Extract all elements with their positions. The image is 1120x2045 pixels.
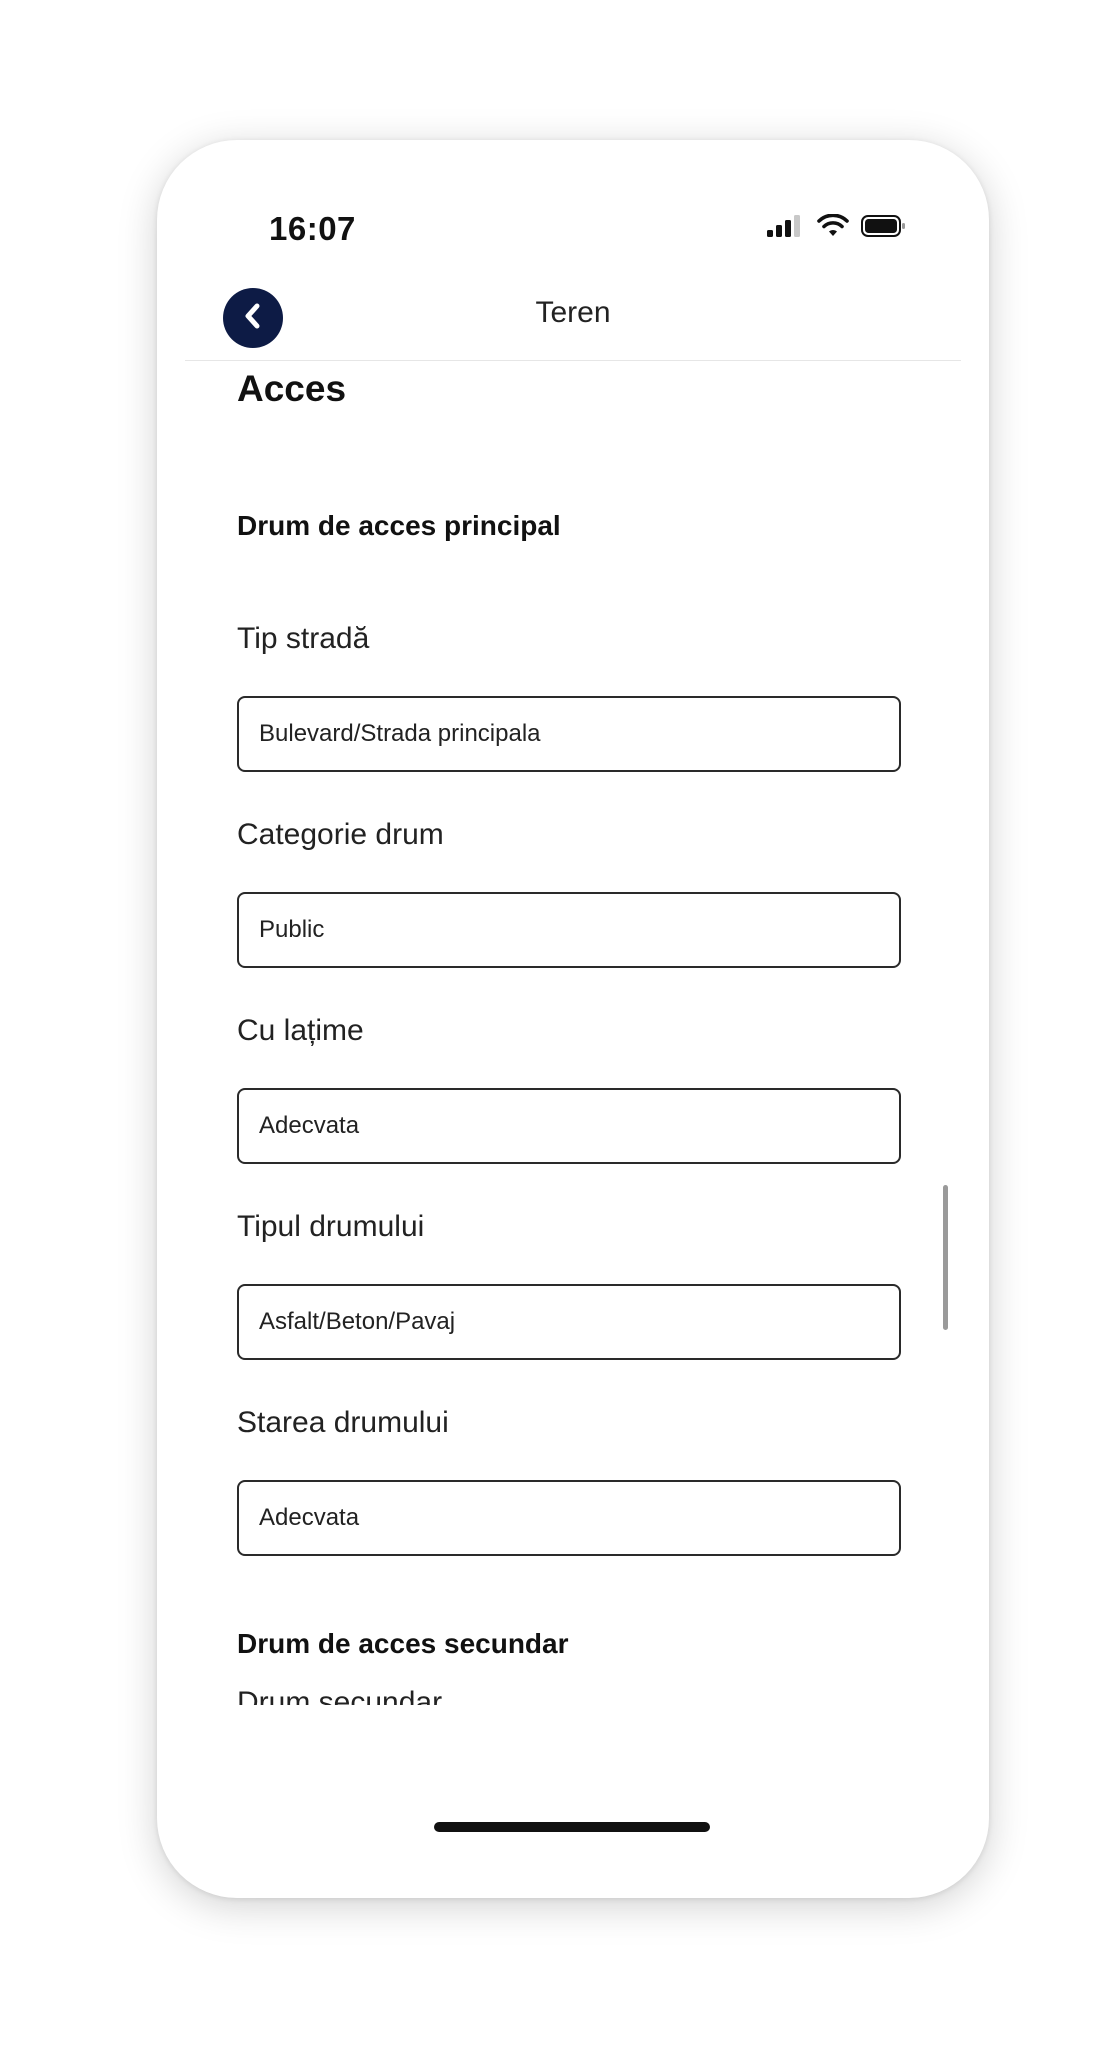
wifi-icon	[817, 213, 849, 243]
field-label-categorie-drum: Categorie drum	[237, 818, 444, 851]
secondary-access-heading: Drum de acces secundar	[237, 1628, 569, 1659]
nav-title: Teren	[535, 296, 611, 329]
scrollbar[interactable]	[943, 1185, 948, 1330]
nav-bar: Teren	[185, 268, 961, 361]
field-categorie-drum[interactable]: Public	[237, 892, 901, 968]
field-tipul-drumului[interactable]: Asfalt/Beton/Pavaj	[237, 1284, 901, 1360]
status-icons	[767, 213, 907, 243]
field-cu-latime[interactable]: Adecvata	[237, 1088, 901, 1164]
field-starea-drumului[interactable]: Adecvata	[237, 1480, 901, 1556]
home-indicator[interactable]	[434, 1822, 710, 1832]
status-time: 16:07	[269, 210, 356, 247]
field-label-cu-latime: Cu lațime	[237, 1014, 364, 1047]
field-label-drum-secundar: Drum secundar	[237, 1686, 443, 1705]
signal-icon	[767, 215, 805, 242]
status-bar: 16:07	[157, 140, 989, 260]
phone-frame: 16:07 Teren Acces Drum de acces principa…	[157, 140, 989, 1898]
field-tip-strada[interactable]: Bulevard/Strada principala	[237, 696, 901, 772]
battery-icon	[861, 214, 907, 243]
field-label-tipul-drumului: Tipul drumului	[237, 1210, 425, 1243]
primary-access-heading: Drum de acces principal	[237, 510, 561, 541]
field-label-starea-drumului: Starea drumului	[237, 1406, 449, 1439]
field-label-tip-strada: Tip stradă	[237, 622, 370, 655]
form-content[interactable]: Acces Drum de acces principal Tip stradă…	[157, 360, 989, 1705]
section-title: Acces	[237, 368, 347, 409]
